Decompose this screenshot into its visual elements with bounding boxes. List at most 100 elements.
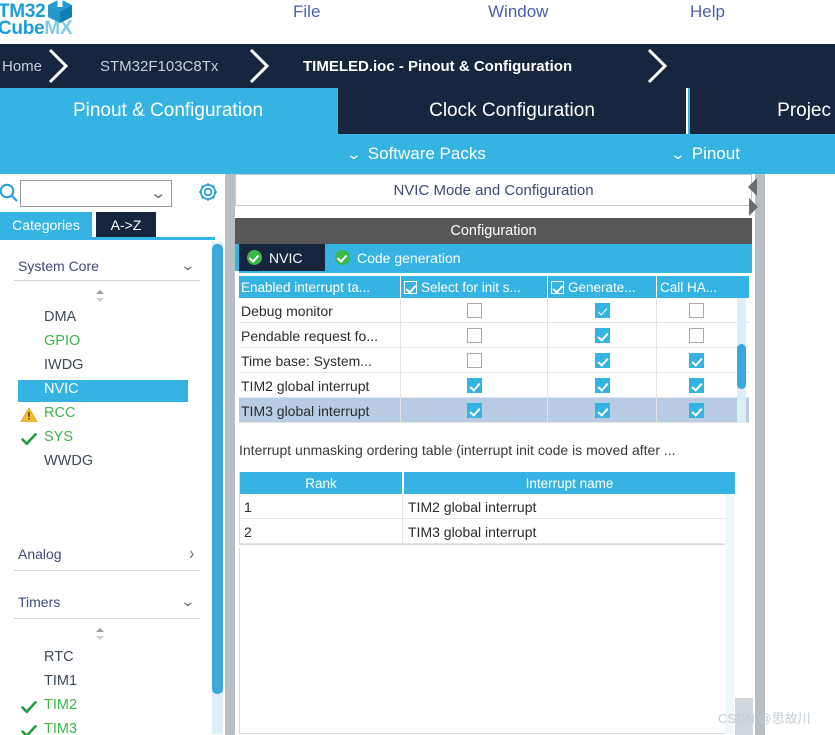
table-row[interactable]: 1 TIM2 global interrupt xyxy=(240,494,733,519)
tab-pinout-configuration[interactable]: Pinout & Configuration xyxy=(0,88,336,134)
tree-item-gpio[interactable]: GPIO xyxy=(18,332,188,354)
tree-item-rtc[interactable]: RTC xyxy=(18,648,188,670)
select-init-cell[interactable] xyxy=(402,323,548,348)
tab-code-generation[interactable]: Code generation xyxy=(327,244,487,271)
call-hal-cell[interactable] xyxy=(658,348,734,373)
select-init-checkbox[interactable] xyxy=(467,403,482,418)
menu-help[interactable]: Help xyxy=(690,2,725,22)
select-init-cell[interactable] xyxy=(402,373,548,398)
search-input[interactable] xyxy=(21,181,149,206)
tree-item-dma-label: DMA xyxy=(44,309,77,325)
rank-cell: 2 xyxy=(240,519,403,544)
tab-code-generation-label: Code generation xyxy=(357,249,461,266)
call-hal-checkbox[interactable] xyxy=(688,303,704,318)
sort-toggle-timers[interactable] xyxy=(92,626,108,642)
search-combo[interactable]: ⌄ xyxy=(20,180,172,207)
call-hal-checkbox[interactable] xyxy=(688,378,704,393)
table-row[interactable]: Time base: System... xyxy=(239,348,749,373)
select-all-generate-checkbox[interactable] xyxy=(551,280,564,294)
column-header-select-init[interactable]: Select for init s... xyxy=(402,276,548,298)
call-hal-cell[interactable] xyxy=(658,373,734,398)
left-panel-divider[interactable] xyxy=(225,174,235,735)
gear-icon[interactable] xyxy=(196,180,220,204)
tree-item-tim3[interactable]: TIM3 xyxy=(18,720,188,735)
call-hal-cell[interactable] xyxy=(658,398,734,423)
ordering-table-note: Interrupt unmasking ordering table (inte… xyxy=(239,442,676,458)
tab-nvic-label: NVIC xyxy=(269,249,303,266)
sort-toggle-system-core[interactable] xyxy=(92,288,108,304)
tree-item-tim2[interactable]: TIM2 xyxy=(18,696,188,718)
breadcrumb-item-mcu[interactable]: STM32F103C8Tx xyxy=(100,44,218,88)
table-row[interactable]: Pendable request fo... xyxy=(239,323,749,348)
breadcrumb-item-current[interactable]: TIMELED.ioc - Pinout & Configuration xyxy=(303,44,572,88)
bottom-scroll-strip xyxy=(735,698,753,735)
right-panel-divider[interactable] xyxy=(755,174,765,735)
column-header-call-hal-label: Call HA... xyxy=(660,279,718,295)
tree-item-sys[interactable]: SYS xyxy=(18,428,188,450)
generate-checkbox[interactable] xyxy=(595,353,610,368)
call-hal-checkbox[interactable] xyxy=(688,328,704,343)
breadcrumb-item-home[interactable]: Home xyxy=(2,44,42,88)
column-header-interrupt-name[interactable]: Enabled interrupt ta... xyxy=(239,276,401,298)
column-header-interrupt-name-2[interactable]: Interrupt name xyxy=(404,472,735,494)
select-all-init-checkbox[interactable] xyxy=(404,280,417,294)
select-init-cell[interactable] xyxy=(402,348,548,373)
column-header-generate[interactable]: Generate... xyxy=(549,276,657,298)
tree-item-tim2-label: TIM2 xyxy=(44,697,78,713)
generate-cell[interactable] xyxy=(549,373,657,398)
menu-file[interactable]: File xyxy=(293,2,320,22)
call-hal-cell[interactable] xyxy=(658,298,734,323)
generate-cell[interactable] xyxy=(549,398,657,423)
tab-project-manager[interactable]: Projec xyxy=(690,88,835,134)
panel-collapse-arrows-icon[interactable] xyxy=(746,176,760,220)
subtab-pinout-label: Pinout xyxy=(691,144,740,163)
interrupt-table-scrollbar-thumb[interactable] xyxy=(737,344,746,389)
select-init-checkbox[interactable] xyxy=(467,378,482,393)
table-row[interactable]: TIM3 global interrupt xyxy=(239,398,749,423)
menu-item-list: File Window Help xyxy=(0,0,835,44)
select-init-cell[interactable] xyxy=(402,398,548,423)
breadcrumb-chevron-icon-3 xyxy=(643,44,677,88)
table-row[interactable]: 2 TIM3 global interrupt xyxy=(240,519,733,544)
tab-nvic[interactable]: NVIC xyxy=(239,244,325,271)
ordering-table-scrollbar-track[interactable] xyxy=(725,494,734,734)
table-row[interactable]: TIM2 global interrupt xyxy=(239,373,749,398)
table-row[interactable]: Debug monitor xyxy=(239,298,749,323)
call-hal-cell[interactable] xyxy=(658,323,734,348)
generate-cell[interactable] xyxy=(549,323,657,348)
call-hal-checkbox[interactable] xyxy=(688,353,704,368)
subtab-software-packs[interactable]: ⌄ Software Packs xyxy=(346,134,486,174)
column-header-rank[interactable]: Rank xyxy=(240,472,403,494)
generate-checkbox[interactable] xyxy=(595,378,610,393)
generate-cell[interactable] xyxy=(549,348,657,373)
generate-cell[interactable] xyxy=(549,298,657,323)
subtab-pinout[interactable]: ⌄ Pinout xyxy=(670,134,740,174)
interrupt-ordering-table: Rank Interrupt name 1 TIM2 global interr… xyxy=(239,472,735,545)
search-icon[interactable] xyxy=(0,182,20,204)
tree-item-tim3-label: TIM3 xyxy=(44,721,78,735)
call-hal-checkbox[interactable] xyxy=(688,403,704,418)
column-header-generate-label: Generate... xyxy=(568,279,636,295)
tree-item-tim1[interactable]: TIM1 xyxy=(18,672,188,694)
select-init-checkbox[interactable] xyxy=(467,353,482,368)
interrupt-name-cell: TIM2 global interrupt xyxy=(239,373,401,398)
tab-clock-configuration[interactable]: Clock Configuration xyxy=(338,88,688,134)
select-init-cell[interactable] xyxy=(402,298,548,323)
tree-item-dma[interactable]: DMA xyxy=(18,308,188,330)
tree-item-rcc[interactable]: RCC xyxy=(18,404,188,426)
tab-a-to-z[interactable]: A->Z xyxy=(96,212,156,237)
select-init-checkbox[interactable] xyxy=(467,328,482,343)
generate-checkbox[interactable] xyxy=(595,328,610,343)
tree-item-iwdg[interactable]: IWDG xyxy=(18,356,188,378)
group-timers-label: Timers xyxy=(18,594,61,610)
interrupt-name-cell: TIM3 global interrupt xyxy=(239,398,401,423)
sidebar-scrollbar-thumb[interactable] xyxy=(212,244,223,694)
menu-window[interactable]: Window xyxy=(488,2,548,22)
select-init-checkbox[interactable] xyxy=(467,303,482,318)
generate-checkbox[interactable] xyxy=(595,403,610,418)
tree-item-nvic[interactable]: NVIC xyxy=(18,380,188,402)
tree-item-wwdg[interactable]: WWDG xyxy=(18,452,188,474)
column-header-call-hal[interactable]: Call HA... xyxy=(658,276,734,298)
tab-categories[interactable]: Categories xyxy=(0,212,92,237)
generate-checkbox[interactable] xyxy=(595,303,610,318)
